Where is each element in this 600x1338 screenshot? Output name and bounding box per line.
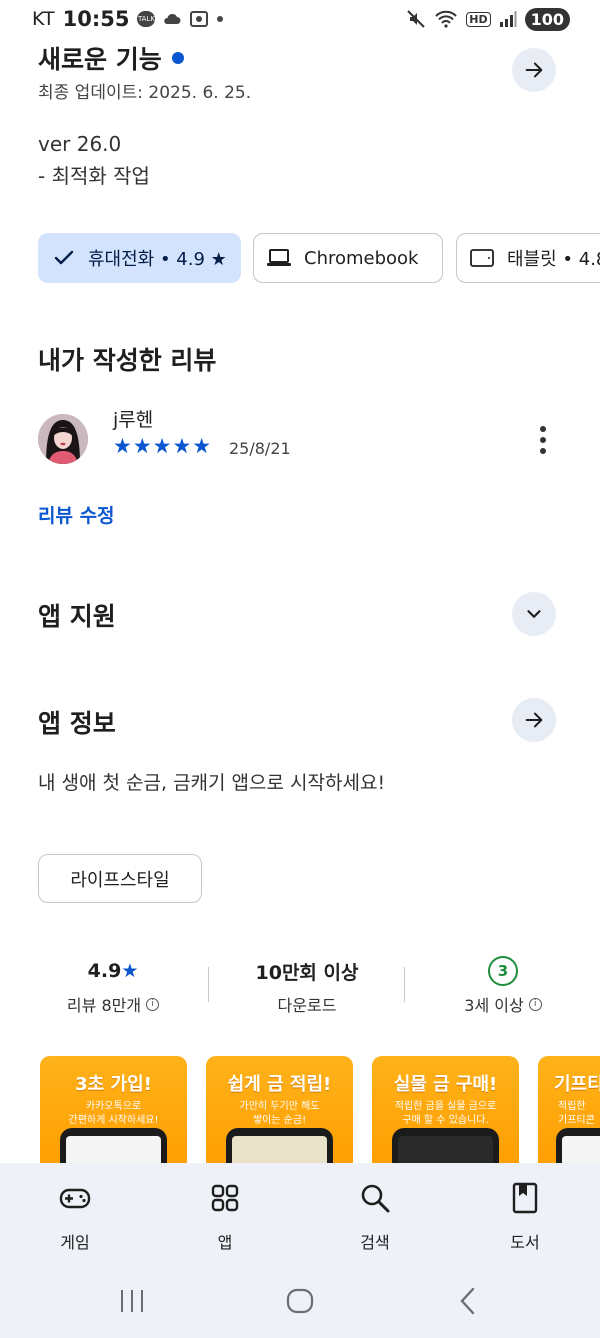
arrow-right-icon bbox=[525, 62, 543, 78]
info-icon: i bbox=[528, 997, 542, 1011]
device-chip-phone[interactable]: 휴대전화 • 4.9 ★ bbox=[38, 233, 241, 283]
my-review-title: 내가 작성한 리뷰 bbox=[38, 346, 217, 375]
wifi-icon bbox=[435, 10, 457, 28]
rating-value-text: 4.9★ bbox=[87, 960, 139, 982]
nav-item-apps[interactable]: 앱 bbox=[175, 1181, 275, 1253]
rating-label: 리뷰 8만개 bbox=[66, 996, 142, 1015]
carrier-label: KT bbox=[32, 8, 55, 30]
device-chip-chromebook-label: Chromebook bbox=[304, 247, 419, 269]
bottom-navigation: 게임 앱 검색 도서 bbox=[0, 1163, 600, 1338]
device-chip-phone-label: 휴대전화 • 4.9 ★ bbox=[88, 249, 227, 270]
version-text: ver 26.0 bbox=[38, 132, 122, 156]
new-indicator-dot bbox=[171, 52, 184, 64]
nav-label-books: 도서 bbox=[510, 1233, 540, 1252]
device-chip-tablet-label: 태블릿 • 4.8 bbox=[507, 249, 600, 270]
category-chip[interactable]: 라이프스타일 bbox=[38, 854, 202, 903]
age-rating-label: 3세 이상 bbox=[464, 996, 524, 1015]
screenshot-icon bbox=[190, 11, 209, 27]
hd-badge: HD bbox=[466, 11, 491, 27]
stat-divider bbox=[208, 967, 209, 1002]
nav-label-apps: 앱 bbox=[217, 1233, 233, 1252]
nav-item-search[interactable]: 검색 bbox=[325, 1181, 425, 1253]
last-updated-text: 최종 업데이트: 2025. 6. 25. bbox=[38, 83, 252, 103]
back-icon bbox=[460, 1287, 475, 1315]
search-icon bbox=[361, 1184, 390, 1213]
screenshot-title: 3초 가입! bbox=[75, 1074, 152, 1095]
screenshot-subtitle: 적립한 금을 실물 금으로 구매 할 수 있습니다. bbox=[394, 1101, 497, 1126]
screenshot-thumbnail[interactable]: 기프티 적립한 기프티콘 bbox=[538, 1056, 600, 1176]
avatar-image bbox=[38, 414, 88, 464]
nav-label-games: 게임 bbox=[60, 1233, 90, 1252]
screenshot-title: 쉽게 금 적립! bbox=[227, 1074, 332, 1095]
check-icon bbox=[54, 250, 74, 265]
recent-apps-button[interactable] bbox=[110, 1281, 154, 1321]
gamepad-icon bbox=[59, 1188, 91, 1209]
signal-icon bbox=[499, 11, 517, 27]
downloads-stat: 10만회 이상 다운로드 bbox=[222, 956, 392, 1016]
age-rating-stat[interactable]: 3 3세 이상 i bbox=[418, 956, 588, 1016]
screenshot-thumbnail[interactable]: 실물 금 구매! 적립한 금을 실물 금으로 구매 할 수 있습니다. bbox=[372, 1056, 519, 1176]
whats-new-title: 새로운 기능 bbox=[38, 40, 184, 76]
screenshot-title: 기프티 bbox=[554, 1074, 600, 1095]
stat-divider bbox=[404, 967, 405, 1002]
battery-indicator: 100 bbox=[524, 7, 570, 31]
tablet-icon bbox=[470, 249, 494, 267]
more-options-icon[interactable] bbox=[532, 424, 554, 456]
avatar[interactable] bbox=[38, 414, 88, 464]
device-chip-chromebook[interactable]: Chromebook bbox=[253, 233, 443, 283]
nav-label-search: 검색 bbox=[360, 1233, 390, 1252]
arrow-right-icon bbox=[525, 712, 543, 728]
app-support-expand-button[interactable] bbox=[512, 592, 556, 636]
home-icon bbox=[286, 1288, 314, 1314]
app-description: 내 생애 첫 순금, 금캐기 앱으로 시작하세요! bbox=[38, 772, 386, 794]
screenshot-subtitle: 적립한 기프티콘 bbox=[558, 1101, 595, 1126]
clock: 10:55 bbox=[62, 7, 130, 31]
screenshot-subtitle: 가만히 두기만 해도 쌓이는 순금! bbox=[239, 1101, 320, 1126]
release-notes: ver 26.0 - 최적화 작업 bbox=[38, 128, 150, 192]
age-rating-badge: 3 bbox=[488, 956, 518, 986]
nav-item-games[interactable]: 게임 bbox=[25, 1181, 125, 1253]
laptop-icon bbox=[267, 249, 291, 266]
screenshot-thumbnail[interactable]: 3초 가입! 카카오톡으로 간편하게 시작하세요! bbox=[40, 1056, 187, 1176]
review-stars: ★★★★★ bbox=[113, 434, 213, 458]
device-chip-tablet[interactable]: 태블릿 • 4.8 bbox=[456, 233, 600, 283]
status-bar: KT 10:55 TALK HD 100 bbox=[0, 0, 600, 38]
review-date: 25/8/21 bbox=[229, 439, 291, 458]
screenshot-title: 실물 금 구매! bbox=[393, 1074, 498, 1095]
nav-item-books[interactable]: 도서 bbox=[475, 1181, 575, 1253]
downloads-value: 10만회 이상 bbox=[255, 961, 359, 984]
recent-apps-icon bbox=[121, 1290, 143, 1312]
app-support-title: 앱 지원 bbox=[38, 602, 116, 631]
app-info-arrow-button[interactable] bbox=[512, 698, 556, 742]
home-button[interactable] bbox=[278, 1281, 322, 1321]
screenshot-thumbnail[interactable]: 쉽게 금 적립! 가만히 두기만 해도 쌓이는 순금! bbox=[206, 1056, 353, 1176]
release-note-line: - 최적화 작업 bbox=[38, 164, 150, 188]
downloads-label: 다운로드 bbox=[277, 996, 337, 1015]
rating-value: 4.9★ bbox=[28, 956, 198, 986]
whats-new-arrow-button[interactable] bbox=[512, 48, 556, 92]
back-button[interactable] bbox=[446, 1281, 490, 1321]
whats-new-title-text: 새로운 기능 bbox=[38, 45, 162, 74]
apps-grid-icon bbox=[211, 1184, 239, 1212]
info-icon: i bbox=[146, 997, 160, 1011]
app-info-title: 앱 정보 bbox=[38, 709, 116, 738]
cloud-icon bbox=[164, 13, 181, 24]
reviewer-name: j루헨 bbox=[113, 409, 154, 431]
mute-icon bbox=[407, 10, 425, 28]
chevron-down-icon bbox=[527, 610, 541, 618]
kakaotalk-icon: TALK bbox=[137, 11, 156, 27]
screenshot-subtitle: 카카오톡으로 간편하게 시작하세요! bbox=[68, 1101, 159, 1126]
notification-dot bbox=[217, 16, 224, 22]
edit-review-link[interactable]: 리뷰 수정 bbox=[38, 501, 115, 528]
rating-stat[interactable]: 4.9★ 리뷰 8만개 i bbox=[28, 956, 198, 1016]
book-icon bbox=[512, 1182, 538, 1214]
